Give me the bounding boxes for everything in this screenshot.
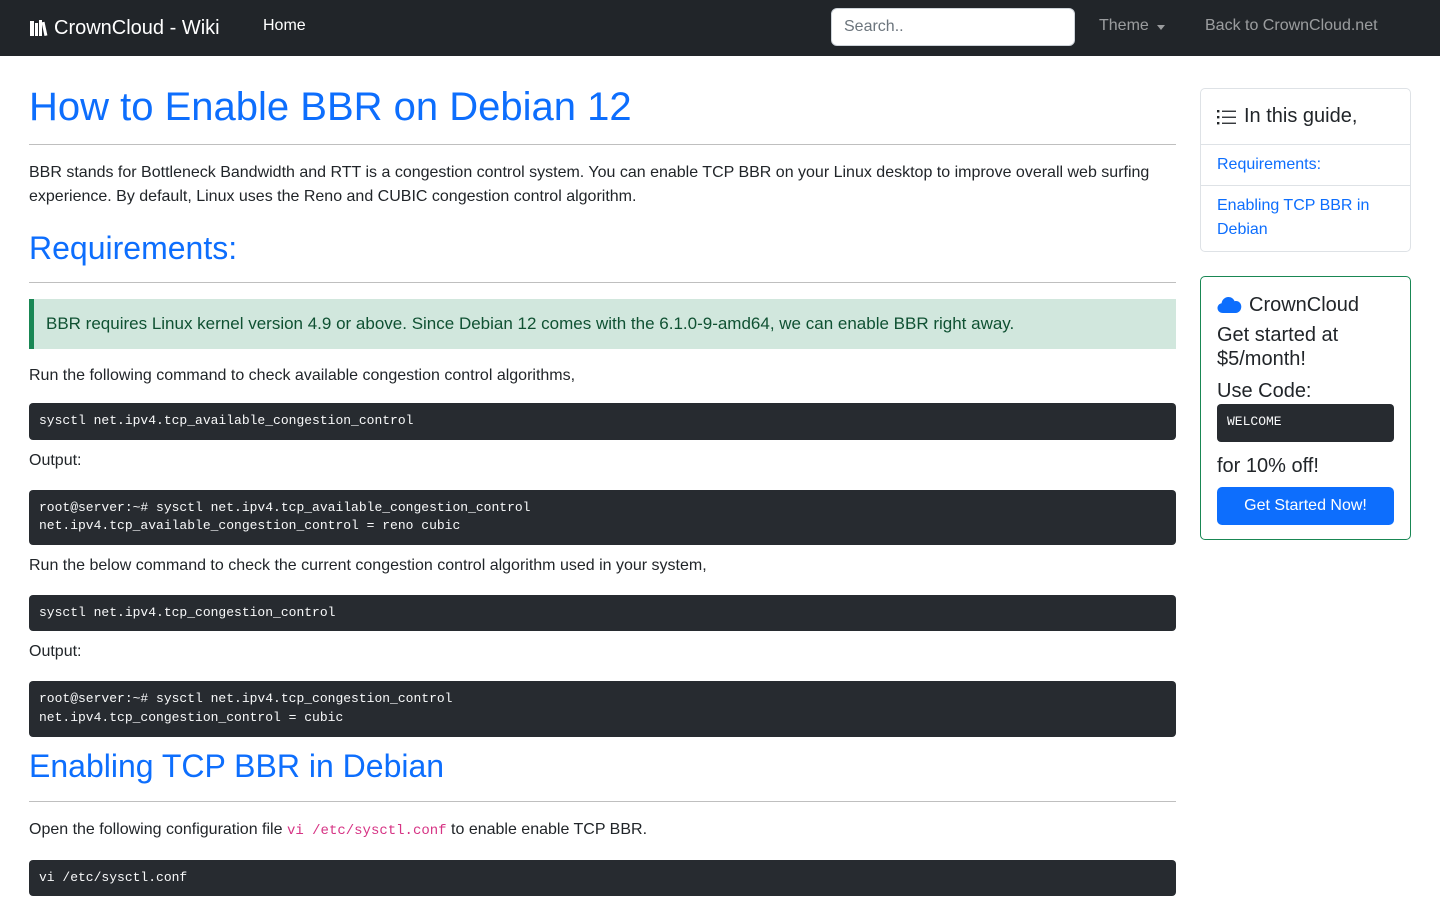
code-block-available-cmd[interactable]: sysctl net.ipv4.tcp_available_congestion… xyxy=(29,403,1176,440)
check-available-text: Run the following command to check avail… xyxy=(29,367,576,384)
promo-discount-text: for 10% off! xyxy=(1217,455,1319,477)
open-config-text: Open the following configuration file vi… xyxy=(29,818,1176,843)
promo-use-code-label: Use Code: xyxy=(1217,380,1312,402)
brand-link[interactable]: CrownCloud - Wiki xyxy=(29,14,220,42)
enabling-divider xyxy=(29,800,1176,802)
brand-text: CrownCloud - Wiki xyxy=(54,16,220,39)
enabling-heading: Enabling TCP BBR in Debian xyxy=(29,747,445,784)
promo-header: CrownCloud xyxy=(1217,293,1394,317)
toc-heading: In this guide, xyxy=(1244,105,1358,127)
theme-dropdown[interactable]: Theme xyxy=(1099,17,1165,35)
promo-card: CrownCloud Get started at $5/month! Use … xyxy=(1200,276,1411,540)
requirements-heading: Requirements: xyxy=(29,230,238,266)
search-input[interactable] xyxy=(831,8,1075,46)
intro-paragraph: BBR stands for Bottleneck Bandwidth and … xyxy=(29,164,1150,205)
nav-home-link[interactable]: Home xyxy=(263,17,306,35)
toc-header: In this guide, xyxy=(1201,89,1410,145)
code-block-current-cmd[interactable]: sysctl net.ipv4.tcp_congestion_control xyxy=(29,594,1176,632)
output-label: Output: xyxy=(29,643,82,661)
check-current-text: Run the below command to check the curre… xyxy=(29,556,707,574)
page-title: How to Enable BBR on Debian 12 xyxy=(29,85,632,129)
article: How to Enable BBR on Debian 12 BBR stand… xyxy=(29,80,1176,897)
promo-heading: CrownCloud xyxy=(1249,294,1360,316)
list-icon xyxy=(1217,109,1236,124)
title-divider xyxy=(29,144,1176,145)
requirements-alert: BBR requires Linux kernel version 4.9 or… xyxy=(29,299,1176,349)
toc-card: In this guide, Requirements: Enabling TC… xyxy=(1200,88,1411,252)
code-block-available-output[interactable]: root@server:~# sysctl net.ipv4.tcp_avail… xyxy=(29,489,1176,545)
theme-label: Theme xyxy=(1099,17,1149,34)
open-config-suffix: to enable enable TCP BBR. xyxy=(446,820,648,838)
promo-code-block[interactable]: WELCOME xyxy=(1217,404,1394,442)
toc-item-requirements[interactable]: Requirements: xyxy=(1201,145,1410,186)
open-config-prefix: Open the following configuration file xyxy=(29,820,287,838)
code-block-current-output[interactable]: root@server:~# sysctl net.ipv4.tcp_conge… xyxy=(29,681,1176,737)
promo-price-text: Get started at $5/month! xyxy=(1217,324,1339,370)
code-block-vi-cmd[interactable]: vi /etc/sysctl.conf xyxy=(29,859,1176,897)
back-to-site-link[interactable]: Back to CrownCloud.net xyxy=(1205,17,1378,35)
requirements-divider xyxy=(29,282,1176,283)
caret-down-icon xyxy=(1156,24,1165,30)
get-started-button[interactable]: Get Started Now! xyxy=(1217,487,1394,525)
top-navbar: CrownCloud - Wiki Home Theme Back to Cro… xyxy=(0,0,1440,56)
books-icon xyxy=(30,20,48,37)
inline-code-sysctl: vi /etc/sysctl.conf xyxy=(286,822,447,839)
cloud-icon xyxy=(1217,297,1242,313)
output-label: Output: xyxy=(29,451,82,469)
toc-item-enabling-bbr[interactable]: Enabling TCP BBR in Debian xyxy=(1201,186,1410,250)
